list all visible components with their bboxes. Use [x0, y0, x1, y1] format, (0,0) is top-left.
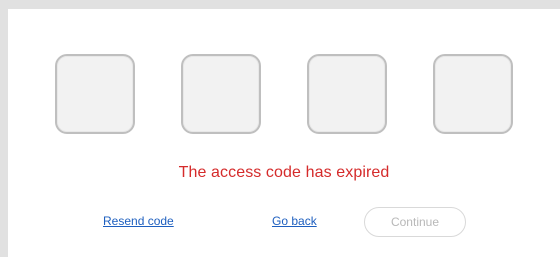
code-digit-input-3[interactable]: [307, 54, 387, 134]
code-digit-input-4[interactable]: [433, 54, 513, 134]
go-back-link[interactable]: Go back: [272, 214, 317, 228]
verification-panel: The access code has expired Resend code …: [8, 9, 560, 257]
code-digit-input-1[interactable]: [55, 54, 135, 134]
code-digit-input-2[interactable]: [181, 54, 261, 134]
expired-error-message: The access code has expired: [178, 164, 390, 181]
resend-code-link[interactable]: Resend code: [103, 214, 174, 228]
continue-button[interactable]: Continue: [364, 207, 466, 237]
